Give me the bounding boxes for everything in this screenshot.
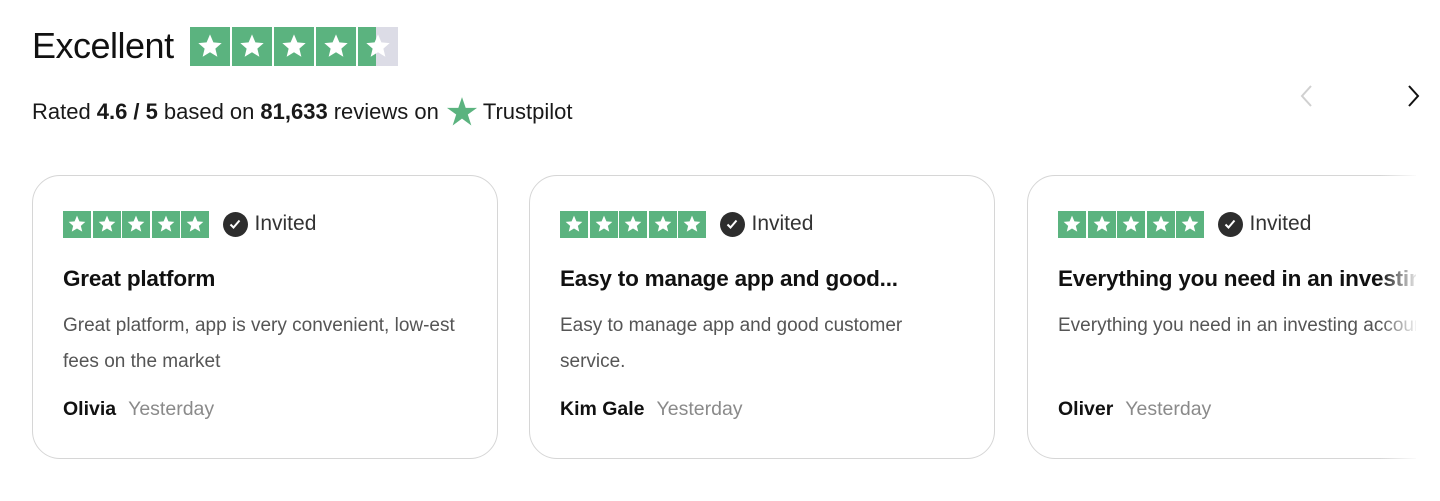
review-date: Yesterday [656,398,743,420]
summary-mid: based on [163,99,255,124]
star-icon [1117,210,1145,238]
summary-suffix: reviews on [333,99,439,124]
review-star-rating [560,210,708,238]
verified-check-icon [222,211,248,237]
invited-badge: Invited [719,211,814,237]
rating-summary: Rated 4.6 / 5 based on 81,633 reviews on… [32,94,573,130]
star-icon [122,210,150,238]
review-author: Olivia [63,398,117,420]
star-icon [273,26,314,66]
overall-star-rating [189,26,400,66]
previous-button[interactable] [1292,82,1320,110]
star-icon [181,210,209,238]
review-title: Everything you need in an investing [1058,266,1416,291]
invited-label: Invited [1249,212,1312,235]
invited-badge: Invited [1217,211,1312,237]
star-icon [1087,210,1116,238]
star-icon [151,210,180,238]
star-icon [231,26,272,66]
star-icon [315,26,356,66]
star-icon [1146,210,1175,238]
star-icon [560,210,588,238]
invited-badge: Invited [222,211,317,237]
review-author: Kim Gale [560,398,645,420]
summary-count: 81,633 [260,99,328,124]
verified-check-icon [1217,211,1243,237]
review-date: Yesterday [128,398,215,420]
review-body: Everything you need in an investing acco… [1058,315,1416,336]
star-icon [678,210,706,238]
review-body: Easy to manage app and good customer ser… [560,315,903,372]
review-body: Great platform, app is very convenient, … [63,315,455,372]
rating-word: Excellent [32,25,174,66]
star-icon [63,210,91,238]
star-icon [92,210,121,238]
review-card[interactable]: Invited Everything you need in an invest… [1027,175,1416,459]
star-icon [648,210,677,238]
invited-label: Invited [751,212,814,235]
review-card[interactable]: Invited Great platform Great platform, a… [32,175,498,459]
summary-score: 4.6 / 5 [96,99,158,124]
verified-check-icon [719,211,745,237]
trustpilot-link[interactable]: Trustpilot [445,95,573,129]
reviews-carousel: Invited Great platform Great platform, a… [0,174,1416,464]
star-icon [1058,210,1086,238]
review-author: Oliver [1058,398,1114,420]
rating-header: Excellent [32,26,400,66]
trustpilot-brand: Trustpilot [482,99,573,124]
invited-label: Invited [254,212,317,235]
star-icon [589,210,618,238]
next-button[interactable] [1400,82,1428,110]
review-title: Easy to manage app and good... [560,266,898,291]
star-icon [1176,210,1204,238]
chevron-right-icon [1408,85,1420,107]
summary-prefix: Rated [32,99,91,124]
review-star-rating [1058,210,1206,238]
review-title: Great platform [63,266,216,291]
star-icon [619,210,647,238]
review-date: Yesterday [1125,398,1212,420]
review-card[interactable]: Invited Easy to manage app and good... E… [529,175,995,459]
review-star-rating [63,210,211,238]
trustpilot-star-icon [446,97,477,126]
star-icon [189,26,230,66]
chevron-left-icon [1300,85,1312,107]
half-star-icon [357,26,398,66]
